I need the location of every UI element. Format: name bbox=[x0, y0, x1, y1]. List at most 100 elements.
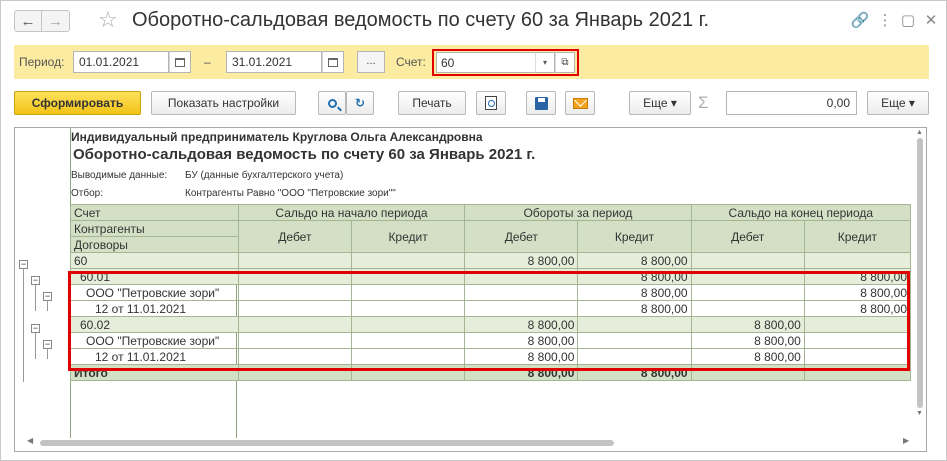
cell-closing-credit bbox=[803, 332, 912, 349]
cell-opening-credit bbox=[350, 332, 466, 349]
send-email-button[interactable] bbox=[565, 91, 595, 115]
total-closing-debit bbox=[690, 364, 805, 381]
cell-closing-credit: 8 800,00 bbox=[803, 284, 912, 301]
date-from-calendar-button[interactable] bbox=[169, 51, 191, 73]
forward-button[interactable]: → bbox=[42, 10, 70, 32]
cell-turnover-credit: 8 800,00 bbox=[577, 284, 692, 301]
header-contracts: Договоры bbox=[70, 236, 239, 253]
save-button[interactable] bbox=[526, 91, 556, 115]
table-row[interactable]: 60.02 8 800,00 8 800,00 bbox=[70, 316, 912, 333]
date-to-input[interactable]: 31.01.2021 bbox=[226, 51, 322, 73]
total-closing-credit bbox=[803, 364, 912, 381]
table-row[interactable]: 60.01 8 800,00 8 800,00 bbox=[70, 268, 912, 285]
cell-closing-debit: 8 800,00 bbox=[690, 316, 805, 333]
cell-turnover-credit bbox=[577, 316, 692, 333]
tree-collapse-60-02[interactable]: − bbox=[31, 324, 40, 333]
show-settings-button[interactable]: Показать настройки bbox=[151, 91, 296, 115]
period-label: Период: bbox=[19, 55, 65, 69]
back-button[interactable]: ← bbox=[14, 10, 42, 32]
header-opening-balance: Сальдо на начало периода bbox=[237, 204, 466, 221]
table-row[interactable]: ООО "Петровские зори" 8 800,00 8 800,00 bbox=[70, 332, 912, 349]
tree-collapse-counterparty-2[interactable]: − bbox=[43, 340, 52, 349]
table-header-row: Контрагенты Дебет Кредит Дебет Кредит Де… bbox=[70, 220, 912, 253]
row-label: 60.02 bbox=[70, 316, 239, 333]
more-actions-button-2[interactable]: Еще ▾ bbox=[867, 91, 929, 115]
print-preview-button[interactable] bbox=[476, 91, 506, 115]
cell-closing-credit: 8 800,00 bbox=[803, 300, 912, 317]
link-icon[interactable]: 🔗 bbox=[850, 10, 870, 32]
account-open-button[interactable]: ⧉ bbox=[555, 52, 575, 73]
output-data-value: БУ (данные бухгалтерского учета) bbox=[185, 170, 344, 181]
cell-opening-debit bbox=[237, 284, 352, 301]
report-table: Счет Сальдо на начало периода Обороты за… bbox=[70, 204, 912, 381]
tree-collapse-counterparty-1[interactable]: − bbox=[43, 292, 52, 301]
search-refresh-button[interactable]: ↻ bbox=[346, 91, 374, 115]
title-bar: ← → ☆ Оборотно-сальдовая ведомость по сч… bbox=[1, 1, 946, 41]
cell-opening-credit bbox=[350, 284, 466, 301]
table-row[interactable]: ООО "Петровские зори" 8 800,00 8 800,00 bbox=[70, 284, 912, 301]
report-spreadsheet[interactable]: Индивидуальный предприниматель Круглова … bbox=[14, 127, 927, 452]
filter-value: Контрагенты Равно "ООО "Петровские зори"… bbox=[185, 188, 396, 199]
cell-turnover-debit: 8 800,00 bbox=[464, 332, 579, 349]
cell-closing-credit bbox=[803, 252, 912, 269]
favorite-star-icon[interactable]: ☆ bbox=[98, 7, 118, 33]
close-icon[interactable]: ✕ bbox=[921, 10, 941, 32]
scroll-right-arrow-icon[interactable]: ▶ bbox=[903, 436, 909, 445]
search-button[interactable] bbox=[318, 91, 346, 115]
parameters-bar: Период: 01.01.2021 – 31.01.2021 ... Счет… bbox=[14, 45, 929, 79]
cell-turnover-debit: 8 800,00 bbox=[464, 348, 579, 365]
scroll-up-arrow-icon[interactable]: ▲ bbox=[916, 129, 923, 136]
row-label: 12 от 11.01.2021 bbox=[70, 300, 239, 317]
total-turnover-credit: 8 800,00 bbox=[577, 364, 692, 381]
tree-line bbox=[23, 265, 24, 382]
account-input[interactable]: 60 bbox=[436, 52, 536, 73]
envelope-icon bbox=[572, 97, 588, 109]
cell-turnover-debit: 8 800,00 bbox=[464, 316, 579, 333]
header-turnover: Обороты за период bbox=[464, 204, 692, 221]
arrow-left-icon: ← bbox=[20, 12, 36, 30]
print-button[interactable]: Печать bbox=[398, 91, 466, 115]
vertical-scrollbar[interactable] bbox=[917, 138, 923, 408]
cell-closing-credit bbox=[803, 348, 912, 365]
filter-label: Отбор: bbox=[71, 188, 103, 199]
cell-turnover-debit bbox=[464, 268, 579, 285]
total-opening-debit bbox=[237, 364, 352, 381]
more-actions-button[interactable]: Еще ▾ bbox=[629, 91, 691, 115]
cell-turnover-credit: 8 800,00 bbox=[577, 268, 692, 285]
table-row[interactable]: 12 от 11.01.2021 8 800,00 8 800,00 bbox=[70, 348, 912, 365]
tree-collapse-60[interactable]: − bbox=[19, 260, 28, 269]
choose-period-button[interactable]: ... bbox=[357, 51, 385, 73]
scroll-left-arrow-icon[interactable]: ◀ bbox=[27, 436, 33, 445]
table-row[interactable]: 12 от 11.01.2021 8 800,00 8 800,00 bbox=[70, 300, 912, 317]
more-vertical-icon[interactable]: ⋮ bbox=[875, 10, 895, 32]
table-row[interactable]: 60 8 800,00 8 800,00 bbox=[70, 252, 912, 269]
total-row[interactable]: Итого 8 800,00 8 800,00 bbox=[70, 364, 912, 381]
row-label: 60.01 bbox=[70, 268, 239, 285]
period-dash: – bbox=[204, 55, 211, 69]
sigma-icon: Σ bbox=[698, 93, 709, 112]
header-closing-balance: Сальдо на конец периода bbox=[690, 204, 912, 221]
account-selector-highlight: 60 ▾ ⧉ bbox=[432, 49, 579, 76]
cell-closing-debit bbox=[690, 268, 805, 285]
horizontal-scrollbar[interactable] bbox=[40, 440, 614, 446]
row-label: ООО "Петровские зори" bbox=[70, 332, 239, 349]
tree-collapse-60-01[interactable]: − bbox=[31, 276, 40, 285]
cell-closing-debit: 8 800,00 bbox=[690, 348, 805, 365]
generate-button[interactable]: Сформировать bbox=[14, 91, 141, 115]
date-to-calendar-button[interactable] bbox=[322, 51, 344, 73]
cell-opening-debit bbox=[237, 300, 352, 317]
maximize-icon[interactable]: ▢ bbox=[898, 10, 918, 32]
arrow-right-icon: → bbox=[48, 12, 63, 30]
header-credit: Кредит bbox=[350, 220, 466, 253]
report-window: ← → ☆ Оборотно-сальдовая ведомость по сч… bbox=[0, 0, 947, 461]
search-refresh-icon: ↻ bbox=[354, 96, 366, 110]
calendar-icon bbox=[328, 57, 338, 67]
row-label: ООО "Петровские зори" bbox=[70, 284, 239, 301]
scroll-down-arrow-icon[interactable]: ▼ bbox=[916, 410, 923, 417]
calendar-icon bbox=[175, 57, 185, 67]
search-icon bbox=[327, 98, 337, 108]
account-dropdown-button[interactable]: ▾ bbox=[535, 52, 555, 73]
date-from-input[interactable]: 01.01.2021 bbox=[73, 51, 169, 73]
header-account: Счет bbox=[70, 204, 239, 221]
row-label: 60 bbox=[70, 252, 239, 269]
